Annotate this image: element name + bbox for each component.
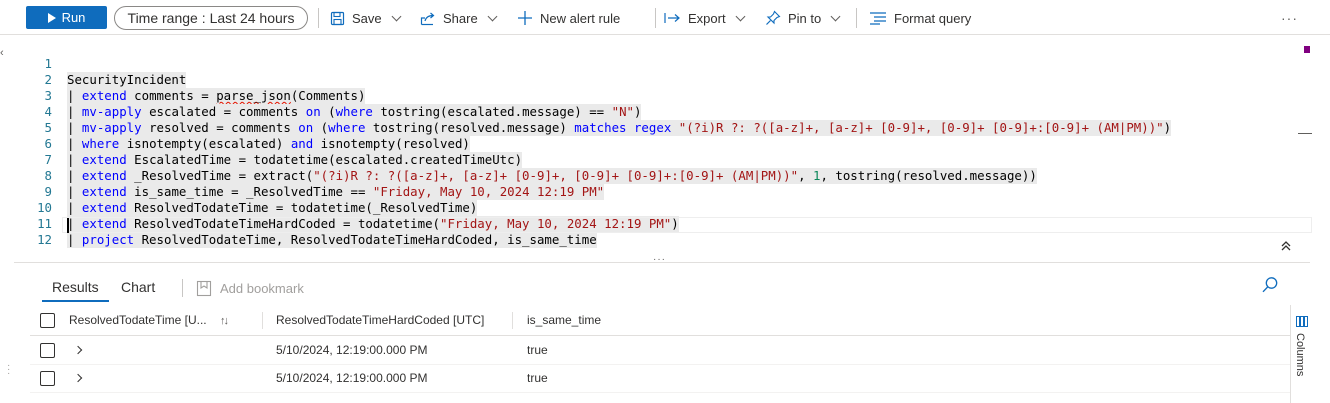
time-range-value: Last 24 hours [209, 10, 295, 26]
toolbar-divider [856, 8, 857, 28]
chevron-down-icon [487, 11, 498, 21]
code-line: 10 | extend ResolvedTodateTimeHardCoded … [37, 200, 679, 232]
scrollbar-marker [1298, 133, 1312, 134]
toolbar-divider [655, 8, 656, 28]
code-line: 11 | project ResolvedTodateTime, Resolve… [37, 216, 597, 248]
run-button-label: Run [61, 10, 86, 25]
code-line: 1 SecurityIncident [44, 56, 187, 88]
format-query-label: Format query [894, 10, 972, 26]
tab-divider [182, 279, 183, 297]
toolbar-divider [318, 8, 319, 28]
cell-resolvedtodatetimehardcoded: 5/10/2024, 12:19:00.000 PM [276, 343, 428, 357]
tab-results[interactable]: Results [42, 272, 109, 302]
code-line: 12 [37, 232, 52, 247]
chevron-down-icon [391, 11, 402, 21]
query-toolbar: Run Time range : Last 24 hours Save Shar… [0, 0, 1330, 35]
select-all-checkbox[interactable] [40, 313, 55, 328]
time-range-label: Time range : [127, 10, 206, 26]
code-line: 6 | extend EscalatedTime = todatetime(es… [44, 136, 523, 168]
columns-panel-label[interactable]: Columns [1294, 333, 1306, 376]
resize-handle[interactable]: · · · [7, 361, 10, 379]
save-label: Save [352, 10, 382, 26]
format-query-button[interactable]: Format query [869, 8, 971, 28]
pin-to-label: Pin to [788, 10, 822, 26]
time-range-picker[interactable]: Time range : Last 24 hours [114, 6, 308, 30]
export-label: Export [688, 10, 726, 26]
add-bookmark-button[interactable]: Add bookmark [196, 280, 304, 297]
cell-is-same-time: true [527, 343, 548, 357]
share-label: Share [443, 10, 478, 26]
code-line: 9 | extend ResolvedTodateTime = todateti… [44, 184, 478, 216]
query-editor[interactable]: 1 SecurityIncident 2 | extend comments =… [0, 36, 1300, 248]
chevron-down-icon [735, 11, 746, 21]
column-divider[interactable] [262, 312, 263, 329]
code-line: 2 | extend comments = parse_json(Comment… [44, 72, 366, 104]
share-button[interactable]: Share [420, 8, 498, 28]
code-line: 4 | mv-apply resolved = comments on (whe… [44, 104, 1172, 136]
collapse-up-icon[interactable] [1280, 240, 1292, 252]
pane-splitter[interactable] [14, 262, 1310, 263]
columns-icon[interactable] [1296, 316, 1308, 327]
pin-to-button[interactable]: Pin to [765, 8, 841, 28]
new-alert-rule-button[interactable]: New alert rule [517, 8, 620, 28]
minimap-marker [1304, 46, 1310, 53]
pane-splitter-handle[interactable]: ··· [653, 254, 666, 265]
current-line-highlight [62, 217, 1312, 233]
format-icon [870, 12, 886, 25]
sort-icon[interactable]: ↑↓ [220, 315, 229, 327]
text-caret [67, 218, 69, 233]
column-header-resolvedtodatetime[interactable]: ResolvedTodateTime [U... [69, 305, 207, 336]
export-icon [664, 13, 680, 23]
add-bookmark-label: Add bookmark [220, 281, 304, 296]
new-alert-rule-label: New alert rule [540, 10, 621, 26]
plus-icon [518, 11, 532, 25]
bookmark-icon [196, 280, 212, 297]
code-line: 3 | mv-apply escalated = comments on (wh… [44, 88, 642, 120]
export-button[interactable]: Export [664, 8, 746, 28]
chevron-down-icon [830, 11, 841, 21]
table-row[interactable]: 5/10/2024, 12:19:00.000 PM true [30, 337, 1290, 365]
save-icon [330, 11, 345, 25]
grid-header: ResolvedTodateTime [U... ↑↓ ResolvedToda… [30, 305, 1290, 336]
chevron-right-icon[interactable] [73, 373, 83, 383]
code-line: 8 | extend is_same_time = _ResolvedTime … [44, 168, 605, 200]
column-header-is-same-time[interactable]: is_same_time [527, 305, 601, 336]
chevron-right-icon[interactable] [73, 345, 83, 355]
table-row[interactable]: 5/10/2024, 12:19:00.000 PM true [30, 365, 1290, 393]
tab-chart[interactable]: Chart [112, 272, 164, 302]
code-line: 7 | extend _ResolvedTime = extract("(?i)… [44, 152, 1037, 184]
column-header-resolvedtodatetimehardcoded[interactable]: ResolvedTodateTimeHardCoded [UTC] [276, 305, 484, 336]
cell-resolvedtodatetimehardcoded: 5/10/2024, 12:19:00.000 PM [276, 371, 428, 385]
row-checkbox[interactable] [40, 371, 55, 386]
row-checkbox[interactable] [40, 343, 55, 358]
pin-icon [766, 10, 781, 25]
share-icon [420, 12, 435, 25]
column-divider[interactable] [512, 312, 513, 329]
code-line: 5 | where isnotempty(escalated) and isno… [44, 120, 470, 152]
search-icon[interactable] [1261, 276, 1279, 294]
more-options-icon[interactable]: ··· [1281, 10, 1298, 26]
cell-is-same-time: true [527, 371, 548, 385]
run-button[interactable]: Run [26, 6, 107, 29]
play-icon [47, 12, 56, 23]
save-button[interactable]: Save [330, 8, 402, 28]
